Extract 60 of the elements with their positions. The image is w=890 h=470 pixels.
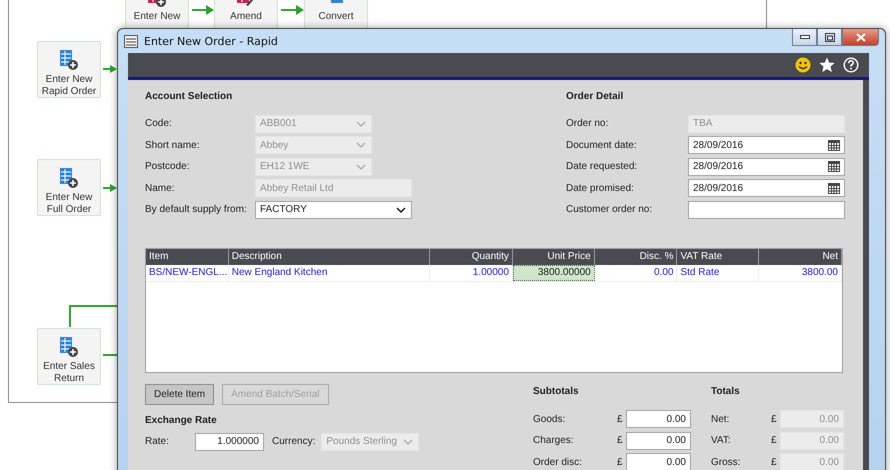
table-cell[interactable]: 3800.00000 (512, 264, 595, 280)
field-label: Name: (145, 182, 176, 194)
column-header[interactable]: Description (228, 248, 430, 264)
section-heading: Account Selection (145, 90, 234, 104)
field-label: Postcode: (145, 161, 190, 172)
field-label: Code: (145, 118, 173, 130)
field-label: Gross: (711, 456, 742, 468)
section-heading: Totals (711, 384, 741, 398)
amount-field[interactable]: 0.00 (626, 410, 691, 428)
node-label: Convert (318, 11, 354, 23)
amount-field[interactable]: 0.00 (626, 453, 691, 470)
field-label: VAT: (711, 435, 732, 446)
dropdown-field[interactable]: FACTORY (255, 200, 412, 219)
field-label: Document date: (566, 140, 638, 151)
section-heading: Subtotals (533, 384, 580, 398)
section-heading: Exchange Rate (145, 414, 218, 428)
node-label: Enter New Full Order (44, 192, 94, 216)
date-field[interactable]: 28/09/2016 (688, 136, 845, 154)
currency-symbol: £ (771, 435, 778, 446)
field-label: Date requested: (566, 161, 638, 172)
field-label: Charges: (533, 435, 575, 446)
currency-symbol: £ (617, 414, 624, 425)
field-label: By default supply from: (145, 204, 248, 216)
field-label: Date promised: (566, 182, 635, 194)
field-label: Order disc: (533, 456, 583, 468)
field-label: Net: (711, 414, 730, 425)
node-label: Enter Sales Return (42, 361, 96, 385)
column-header[interactable]: Quantity (430, 248, 513, 264)
currency-symbol: £ (771, 414, 778, 425)
field-label: Goods: (533, 414, 566, 425)
field-label: Short name: (145, 140, 200, 151)
field-label: Rate: (145, 436, 170, 447)
workflow-node[interactable]: Enter New Rapid Order (37, 41, 101, 98)
column-header[interactable]: Item (146, 248, 229, 264)
currency-symbol: £ (617, 456, 624, 468)
field-label: Currency: (272, 436, 316, 447)
column-header[interactable]: Net (759, 248, 842, 264)
workflow-node[interactable]: Enter Sales Return (37, 328, 101, 385)
currency-symbol: £ (771, 456, 778, 468)
date-field[interactable]: 28/09/2016 (688, 179, 845, 198)
table-cell[interactable]: New England Kitchen (228, 264, 430, 280)
node-label: Enter New (134, 11, 180, 23)
amount-field[interactable]: 0.00 (626, 432, 691, 450)
table-cell[interactable]: 3800.00 (759, 264, 842, 280)
rate-field[interactable]: 1.000000 (195, 432, 264, 450)
table-cell[interactable]: BS/NEW-ENGL... (146, 264, 229, 280)
column-header[interactable]: Disc. % (594, 248, 678, 264)
window-title: Enter New Order - Rapid (144, 34, 278, 48)
field-label: Customer order no: (566, 204, 654, 216)
action-button[interactable]: Delete Item (145, 384, 214, 404)
currency-symbol: £ (617, 435, 624, 446)
table-cell[interactable]: 0.00 (594, 264, 678, 280)
workflow-node[interactable]: Enter New Full Order (37, 159, 101, 216)
column-header[interactable]: VAT Rate (677, 248, 760, 264)
node-label: Amend (230, 11, 262, 23)
field-label: Order no: (566, 118, 610, 130)
date-field[interactable]: 28/09/2016 (688, 158, 845, 176)
table-cell[interactable]: Std Rate (677, 264, 760, 280)
node-label: Enter New Rapid Order (40, 74, 98, 98)
section-heading: Order Detail (566, 90, 624, 104)
